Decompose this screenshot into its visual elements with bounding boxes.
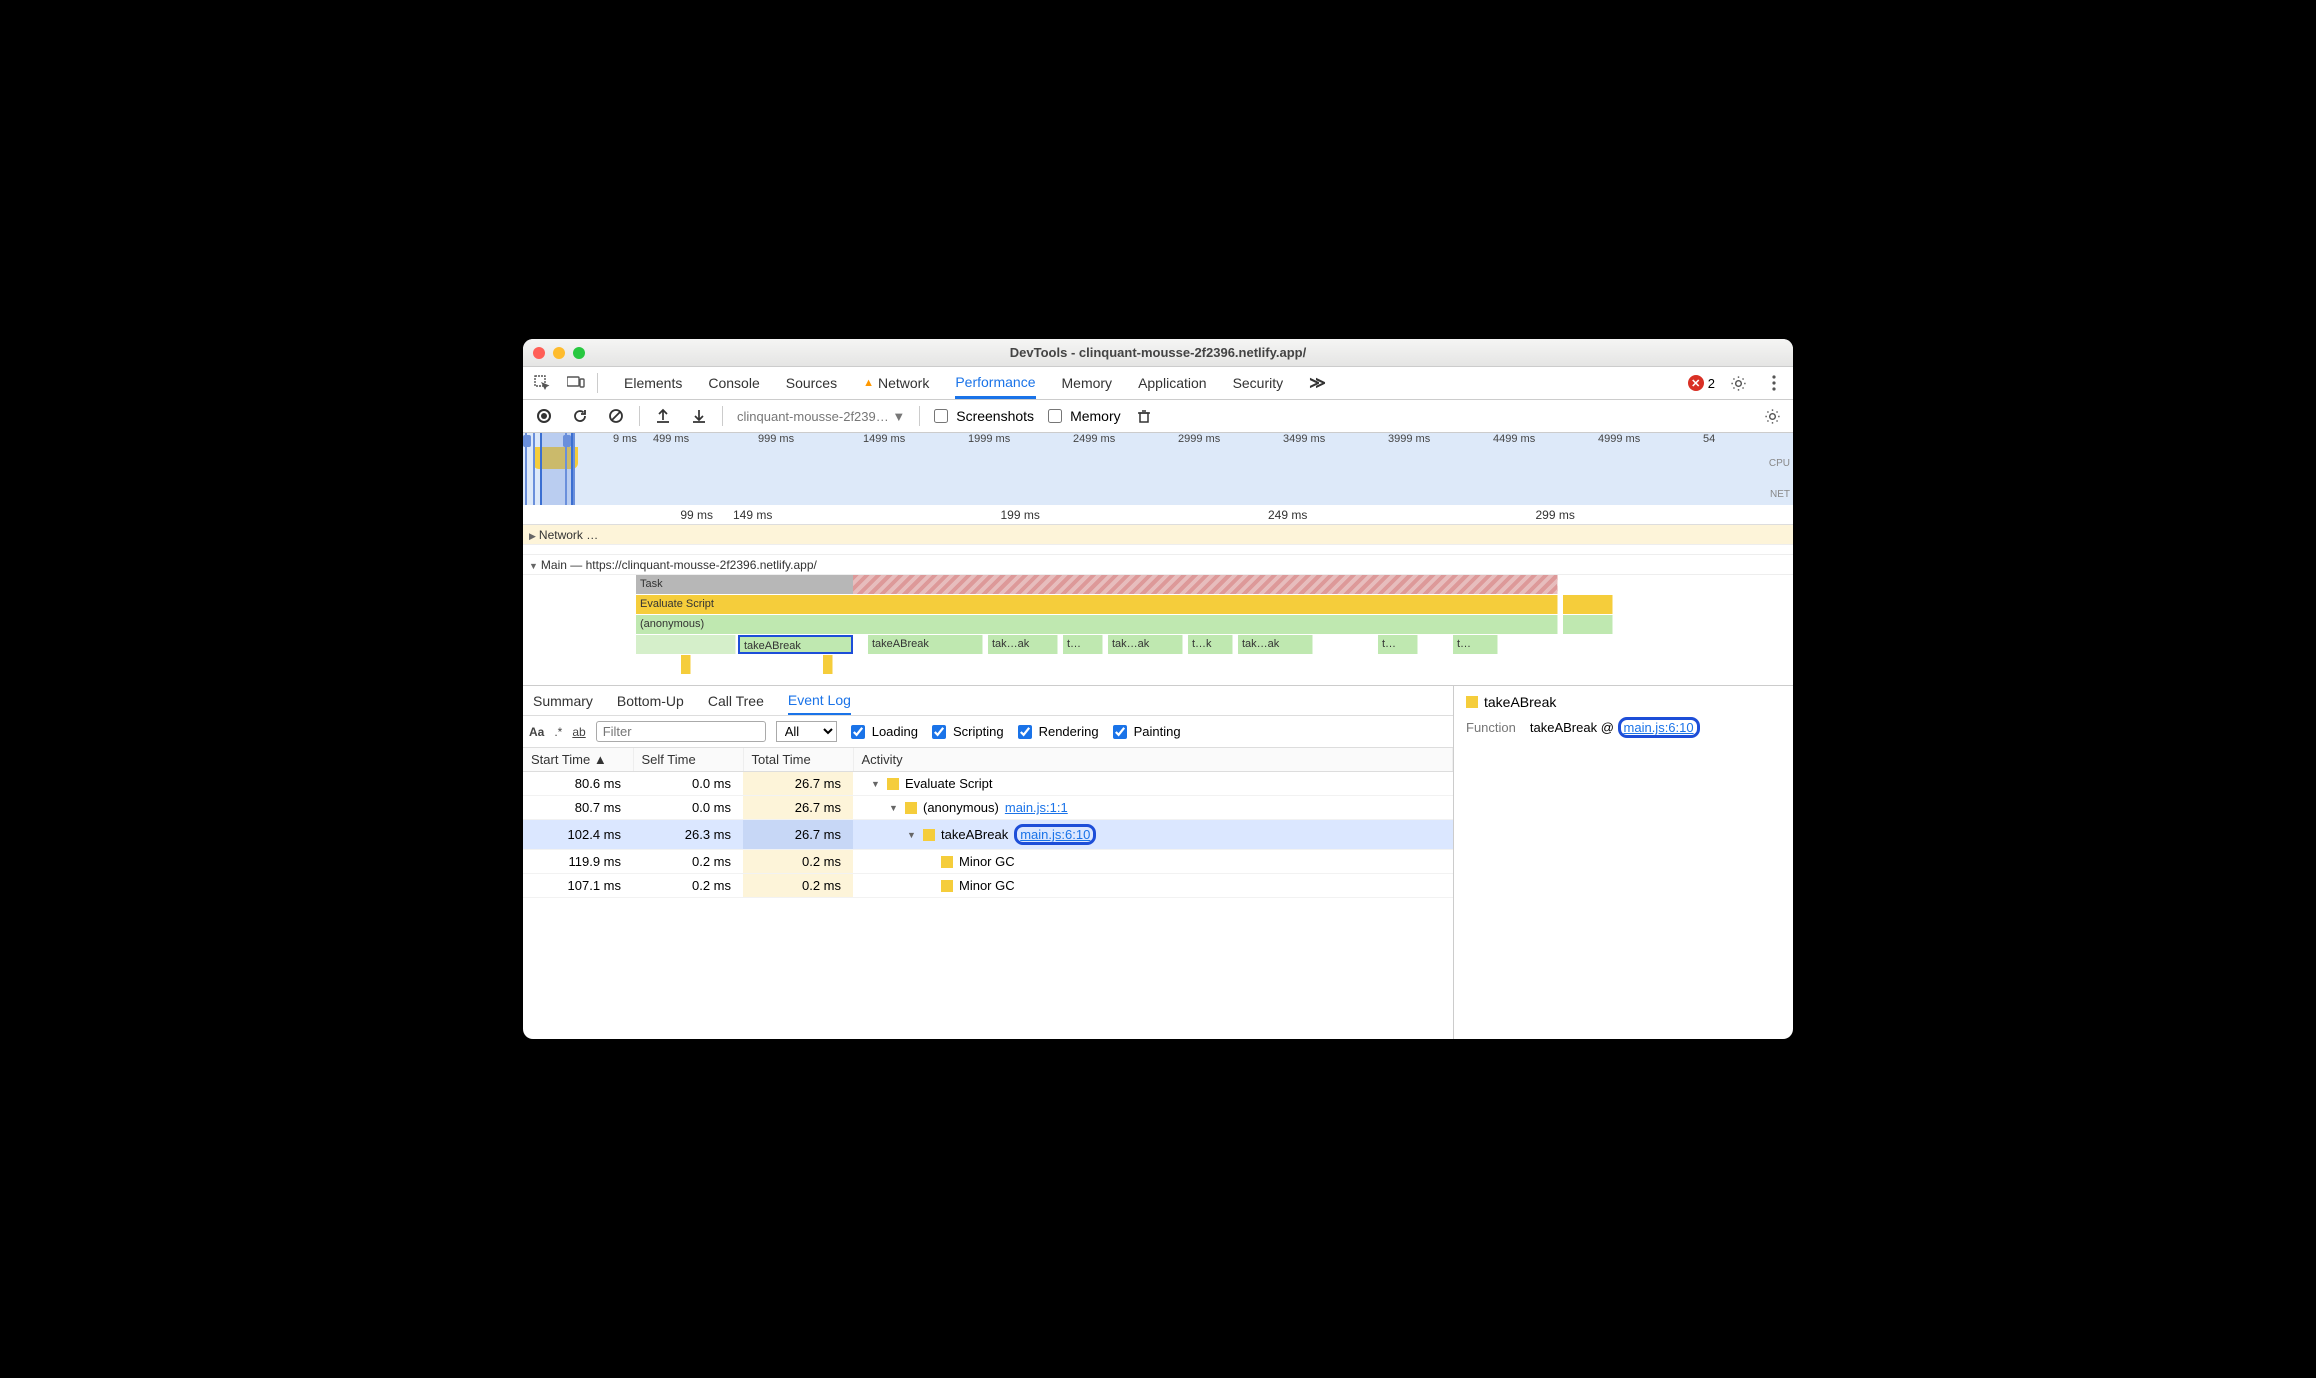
table-row[interactable]: 119.9 ms0.2 ms0.2 msMinor GC [523,850,1453,874]
tab-application[interactable]: Application [1138,367,1207,399]
range-handle-right[interactable] [565,433,575,505]
tab-console[interactable]: Console [708,367,759,399]
tab-network[interactable]: Network [863,367,929,399]
titlebar: DevTools - clinquant-mousse-2f2396.netli… [523,339,1793,367]
detail-sidebar: takeABreak Function takeABreak @ main.js… [1453,686,1793,1039]
reload-icon[interactable] [567,403,593,429]
subtab-eventlog[interactable]: Event Log [788,686,851,715]
screenshots-checkbox[interactable]: Screenshots [930,406,1034,426]
perf-settings-icon[interactable] [1759,403,1785,429]
event-log-table: Start Time ▲ Self Time Total Time Activi… [523,748,1453,898]
case-icon[interactable]: Aa [529,725,544,739]
scripting-checkbox[interactable]: Scripting [928,722,1004,742]
subtab-bottomup[interactable]: Bottom-Up [617,686,684,715]
scripting-swatch-icon [1466,696,1478,708]
painting-checkbox[interactable]: Painting [1109,722,1181,742]
col-total[interactable]: Total Time [743,748,853,772]
overview-ruler: 9 ms 499 ms 999 ms 1499 ms 1999 ms 2499 … [523,433,1793,445]
track-gap [523,545,1793,555]
flame-longtask [853,575,1558,594]
tab-overflow[interactable]: ≫ [1309,367,1326,399]
timeline-overview[interactable]: 9 ms 499 ms 999 ms 1499 ms 1999 ms 2499 … [523,433,1793,505]
profile-select[interactable]: clinquant-mousse-2f239… ▼ [733,408,909,425]
inspect-icon[interactable] [529,370,555,396]
rendering-checkbox[interactable]: Rendering [1014,722,1099,742]
function-label: Function [1466,720,1516,735]
flame-evaluate-script[interactable]: Evaluate Script [636,595,1558,614]
separator [597,373,598,393]
flame-chart[interactable]: Task Evaluate Script (anonymous) takeABr… [523,575,1793,685]
window-title: DevTools - clinquant-mousse-2f2396.netli… [523,345,1793,360]
source-link[interactable]: main.js:1:1 [1005,800,1068,815]
filter-bar: Aa .* ab All Loading Scripting Rendering… [523,716,1453,748]
wholeword-icon[interactable]: ab [572,725,585,739]
duration-select[interactable]: All [776,721,837,742]
table-row[interactable]: 80.7 ms0.0 ms26.7 ms▼(anonymous)main.js:… [523,796,1453,820]
detail-title: takeABreak [1484,694,1556,710]
table-row[interactable]: 102.4 ms26.3 ms26.7 ms▼takeABreakmain.js… [523,820,1453,850]
subtabs: Summary Bottom-Up Call Tree Event Log [523,686,1453,716]
clear-icon[interactable] [603,403,629,429]
filter-input[interactable] [596,721,766,742]
main-tabbar: Elements Console Sources Network Perform… [523,367,1793,400]
bottom-left: Summary Bottom-Up Call Tree Event Log Aa… [523,686,1453,1039]
function-name: takeABreak @ [1530,720,1614,735]
detail-ruler: 99 ms 149 ms 199 ms 249 ms 299 ms [523,505,1793,525]
cpu-label: CPU [1769,458,1790,469]
settings-icon[interactable] [1725,370,1751,396]
col-self[interactable]: Self Time [633,748,743,772]
flame-anonymous[interactable]: (anonymous) [636,615,1558,634]
tab-elements[interactable]: Elements [624,367,682,399]
network-track[interactable]: Network … [523,525,1793,545]
col-start[interactable]: Start Time ▲ [523,748,633,772]
perf-toolbar: clinquant-mousse-2f239… ▼ Screenshots Me… [523,400,1793,433]
error-count: 2 [1708,376,1715,391]
memory-checkbox[interactable]: Memory [1044,406,1121,426]
tab-list: Elements Console Sources Network Perform… [624,367,1326,399]
network-track-label: Network … [523,528,598,542]
upload-icon[interactable] [650,403,676,429]
tab-performance[interactable]: Performance [955,367,1035,399]
tab-memory[interactable]: Memory [1062,367,1113,399]
regex-icon[interactable]: .* [554,725,562,739]
subtab-summary[interactable]: Summary [533,686,593,715]
download-icon[interactable] [686,403,712,429]
tab-security[interactable]: Security [1233,367,1284,399]
col-activity[interactable]: Activity [853,748,1453,772]
range-handle-left[interactable] [525,433,535,505]
table-row[interactable]: 107.1 ms0.2 ms0.2 msMinor GC [523,874,1453,898]
loading-checkbox[interactable]: Loading [847,722,918,742]
tabbar-right: ✕2 [1688,370,1787,396]
net-label: NET [1770,489,1790,500]
source-link[interactable]: main.js:6:10 [1014,824,1096,845]
bottom-pane: Summary Bottom-Up Call Tree Event Log Aa… [523,685,1793,1039]
record-icon[interactable] [531,403,557,429]
table-row[interactable]: 80.6 ms0.0 ms26.7 ms▼Evaluate Script [523,772,1453,796]
function-source-link[interactable]: main.js:6:10 [1624,720,1694,735]
main-track-header[interactable]: Main — https://clinquant-mousse-2f2396.n… [523,555,1793,575]
subtab-calltree[interactable]: Call Tree [708,686,764,715]
gc-icon[interactable] [1131,403,1157,429]
kebab-icon[interactable] [1761,370,1787,396]
error-badge[interactable]: ✕2 [1688,375,1715,391]
tab-sources[interactable]: Sources [786,367,837,399]
device-icon[interactable] [563,370,589,396]
flame-takeabreak-selected[interactable]: takeABreak [738,635,853,654]
devtools-window: DevTools - clinquant-mousse-2f2396.netli… [523,339,1793,1039]
main-track-label: Main — https://clinquant-mousse-2f2396.n… [523,558,817,572]
